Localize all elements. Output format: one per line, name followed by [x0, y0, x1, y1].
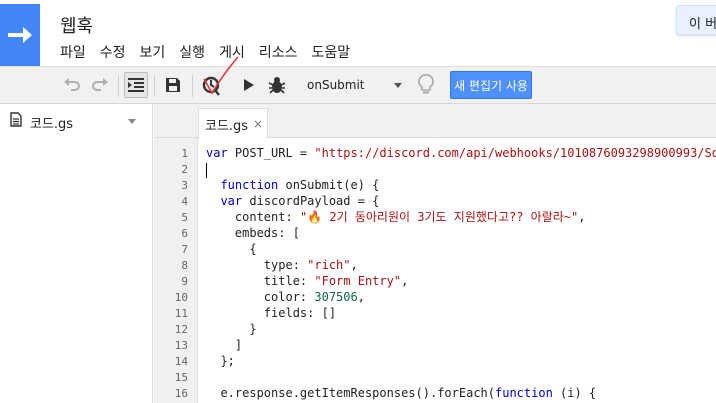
file-panel: 코드.gs: [0, 104, 153, 403]
apps-script-logo[interactable]: [0, 4, 40, 66]
indent-icon: [128, 78, 144, 92]
code-line-10: color: 307506,: [263, 290, 365, 304]
line-number-gutter: 1 2 3 4 5 6 7 8 9 10 11 12 13 14 15 16: [154, 138, 198, 403]
menu-resources[interactable]: 리소스: [259, 42, 298, 62]
redo-icon: [92, 78, 108, 91]
close-icon[interactable]: ×: [253, 117, 263, 131]
chevron-down-icon: [394, 83, 402, 88]
chevron-down-icon[interactable]: [128, 119, 136, 124]
undo-button[interactable]: [60, 72, 84, 98]
file-icon: [10, 112, 22, 127]
menu-edit[interactable]: 수정: [100, 42, 126, 62]
save-button[interactable]: [161, 72, 185, 98]
code-line-4: var discordPayload = {: [220, 194, 380, 208]
header: 웹훅 파일 수정 보기 실행 게시 리소스 도움말 이 버: [0, 0, 716, 66]
menu-help[interactable]: 도움말: [311, 42, 350, 62]
line-number: 10: [174, 291, 188, 304]
use-new-editor-button[interactable]: 새 편집기 사용: [450, 71, 532, 99]
file-name: 코드.gs: [30, 117, 74, 132]
code-line-13: ]: [234, 338, 243, 352]
toolbar-divider: [154, 75, 155, 97]
bug-icon: [268, 77, 286, 94]
code-line-14: };: [220, 354, 235, 368]
code-line-9: title: "Form Entry",: [263, 274, 409, 288]
tab-code-gs[interactable]: 코드.gs ×: [198, 108, 268, 139]
line-number: 12: [174, 323, 188, 336]
toolbar-divider: [192, 75, 193, 97]
function-select[interactable]: onSubmit: [300, 73, 408, 97]
code-line-3: function onSubmit(e) {: [220, 178, 380, 192]
text-cursor: [206, 163, 207, 178]
tab-label: 코드.gs: [205, 118, 249, 134]
code-line-8: type: "rich",: [263, 258, 358, 272]
line-number: 14: [174, 355, 188, 368]
line-number: 6: [181, 227, 188, 240]
line-number: 5: [181, 211, 188, 224]
line-number: 15: [174, 371, 188, 384]
line-number: 4: [181, 195, 188, 208]
notice-banner[interactable]: 이 버: [676, 5, 716, 35]
line-number: 11: [174, 307, 188, 320]
arrow-right-icon: [8, 27, 32, 43]
line-number: 16: [174, 387, 188, 400]
line-number: 8: [181, 259, 188, 272]
file-item-code-gs[interactable]: 코드.gs: [0, 104, 153, 138]
code-line-16: e.response.getItemResponses().forEach(fu…: [220, 386, 597, 400]
run-button[interactable]: [238, 72, 260, 98]
code-line-6: embeds: [: [234, 226, 300, 240]
debug-button[interactable]: [265, 72, 289, 98]
editor-tab-strip: 코드.gs ×: [154, 104, 716, 139]
menu-view[interactable]: 보기: [140, 42, 166, 62]
undo-icon: [64, 78, 80, 91]
line-number: 2: [181, 163, 188, 176]
line-number: 1: [181, 147, 188, 160]
function-select-value: onSubmit: [307, 78, 365, 92]
project-title[interactable]: 웹훅: [60, 12, 93, 38]
code-editor[interactable]: var POST_URL = "https://discord.com/api/…: [199, 138, 716, 403]
redo-button[interactable]: [88, 72, 112, 98]
save-icon: [166, 78, 180, 92]
code-line-11: fields: []: [263, 306, 337, 320]
apps-script-editor: 웹훅 파일 수정 보기 실행 게시 리소스 도움말 이 버 onSubmit 새…: [0, 0, 716, 403]
line-number: 3: [181, 179, 188, 192]
auto-indent-button[interactable]: [124, 72, 148, 98]
code-line-1: var POST_URL = "https://discord.com/api/…: [206, 146, 716, 160]
toolbar-divider: [118, 75, 119, 97]
code-line-5: content: "🔥 2기 동아리원이 3기도 지원했다고?? 아랄라~",: [234, 210, 586, 224]
lightbulb-icon: [418, 74, 434, 94]
line-number: 9: [181, 275, 188, 288]
code-line-12: }: [249, 322, 257, 336]
lightbulb-button[interactable]: [414, 72, 438, 98]
menu-file[interactable]: 파일: [60, 42, 86, 62]
line-number: 7: [181, 243, 188, 256]
toolbar: onSubmit 새 편집기 사용: [0, 56, 716, 104]
line-number: 13: [174, 339, 188, 352]
code-line-7: {: [249, 242, 257, 256]
play-icon: [244, 79, 254, 91]
